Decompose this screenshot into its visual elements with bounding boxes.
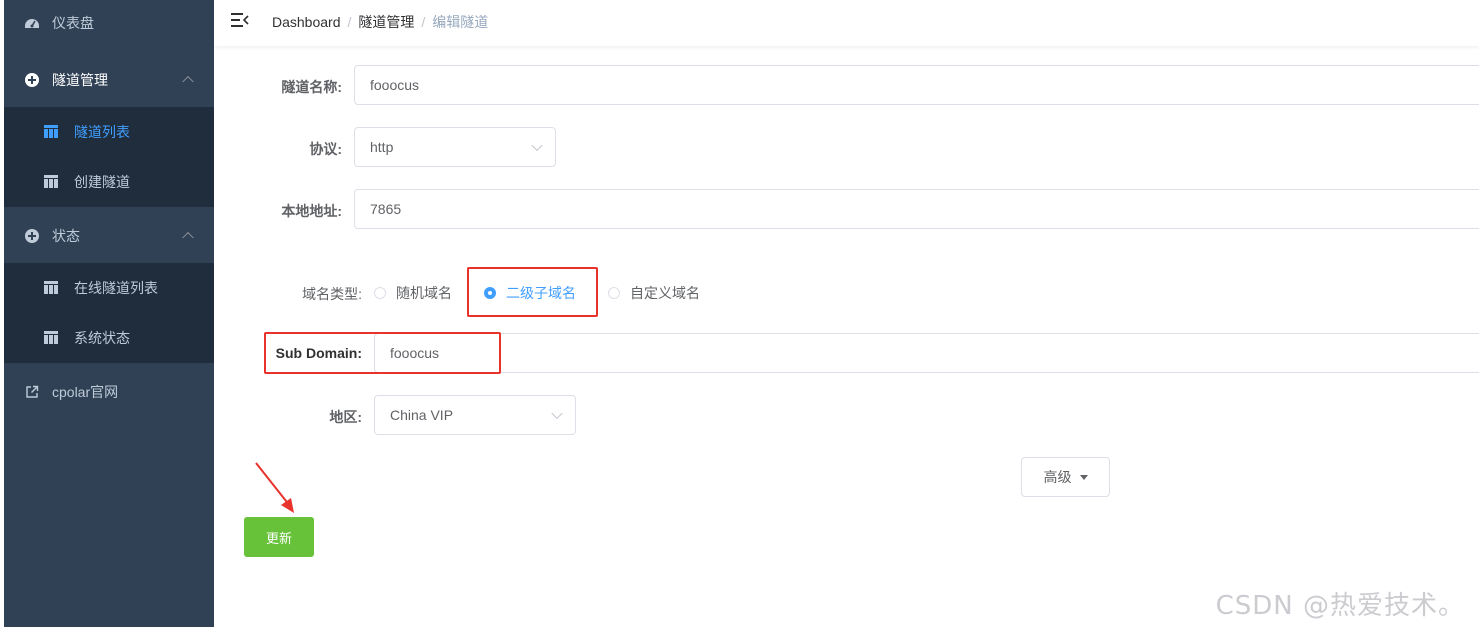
- local-address-input[interactable]: 7865: [354, 189, 1479, 229]
- chevron-down-icon: [551, 407, 563, 420]
- chevron-up-icon: [182, 231, 194, 244]
- update-button[interactable]: 更新: [244, 517, 314, 557]
- annotation-highlight-box: [467, 267, 598, 317]
- local-address-label: 本地地址:: [281, 203, 342, 219]
- external-link-icon: [24, 384, 40, 400]
- breadcrumb-current: 编辑隧道: [432, 14, 489, 30]
- sidebar-item-online-tunnels[interactable]: 在线隧道列表: [4, 263, 214, 313]
- sidebar-item-label: 创建隧道: [74, 174, 130, 190]
- tunnel-name-label: 隧道名称:: [281, 79, 342, 95]
- breadcrumb-separator: /: [347, 14, 352, 30]
- sidebar-item-tunnel-mgmt[interactable]: 隧道管理: [4, 52, 214, 108]
- breadcrumb: Dashboard / 隧道管理 / 编辑隧道: [272, 12, 488, 32]
- sidebar-item-label: 仪表盘: [52, 15, 94, 31]
- sidebar-item-dashboard[interactable]: 仪表盘: [4, 0, 214, 46]
- breadcrumb-separator: /: [421, 14, 426, 30]
- sidebar-item-label: cpolar官网: [52, 384, 119, 400]
- table-icon: [44, 281, 58, 294]
- annotation-highlight-box: [264, 332, 501, 374]
- sidebar-item-tunnel-list[interactable]: 隧道列表: [4, 107, 214, 157]
- top-navbar: Dashboard / 隧道管理 / 编辑隧道: [214, 0, 1479, 46]
- radio-random-domain[interactable]: 随机域名: [374, 283, 452, 303]
- annotation-arrow-icon: [255, 462, 294, 513]
- radio-custom-domain[interactable]: 自定义域名: [608, 283, 700, 303]
- breadcrumb-home[interactable]: Dashboard: [272, 14, 341, 30]
- radio-circle-icon: [374, 287, 386, 299]
- sidebar-item-label: 隧道管理: [52, 72, 108, 88]
- region-value: China VIP: [390, 407, 454, 423]
- region-select[interactable]: China VIP: [374, 395, 576, 435]
- csdn-watermark: CSDN @热爱技术。: [1215, 591, 1465, 621]
- table-icon: [44, 331, 58, 344]
- chevron-down-icon: [531, 139, 543, 152]
- protocol-label: 协议:: [309, 141, 342, 157]
- sidebar-item-label: 在线隧道列表: [74, 280, 158, 296]
- sidebar: 仪表盘 隧道管理 隧道列表 创建隧道 状态 在线隧道列表 系统状态 cpolar…: [4, 0, 214, 627]
- radio-circle-icon: [608, 287, 620, 299]
- submenu-tunnel-mgmt: 隧道列表 创建隧道: [4, 107, 214, 207]
- caret-down-icon: [1079, 474, 1088, 480]
- sidebar-item-create-tunnel[interactable]: 创建隧道: [4, 157, 214, 207]
- hamburger-icon[interactable]: [231, 12, 249, 28]
- sidebar-item-system-status[interactable]: 系统状态: [4, 313, 214, 363]
- radio-label: 自定义域名: [630, 285, 700, 301]
- chevron-up-icon: [182, 75, 194, 88]
- table-icon: [44, 175, 58, 188]
- radio-label: 随机域名: [396, 285, 452, 301]
- tunnel-name-input[interactable]: fooocus: [354, 65, 1479, 105]
- submenu-status: 在线隧道列表 系统状态: [4, 263, 214, 363]
- protocol-select[interactable]: http: [354, 127, 556, 167]
- region-label: 地区:: [329, 409, 362, 425]
- speedometer-icon: [24, 15, 40, 31]
- table-icon: [44, 125, 58, 138]
- sidebar-item-cpolar-site[interactable]: cpolar官网: [4, 364, 214, 420]
- advanced-dropdown-button[interactable]: 高级: [1021, 457, 1110, 497]
- advanced-button-label: 高级: [1043, 469, 1072, 485]
- sidebar-item-label: 系统状态: [74, 330, 130, 346]
- protocol-value: http: [370, 139, 394, 155]
- plus-circle-icon: [24, 228, 40, 244]
- plus-circle-icon: [24, 72, 40, 88]
- domain-type-label: 域名类型:: [302, 286, 362, 302]
- sidebar-item-status[interactable]: 状态: [4, 208, 214, 264]
- subdomain-input[interactable]: fooocus: [374, 333, 1479, 373]
- breadcrumb-section[interactable]: 隧道管理: [358, 14, 414, 30]
- sidebar-item-label: 状态: [52, 228, 80, 244]
- sidebar-item-label: 隧道列表: [74, 124, 130, 140]
